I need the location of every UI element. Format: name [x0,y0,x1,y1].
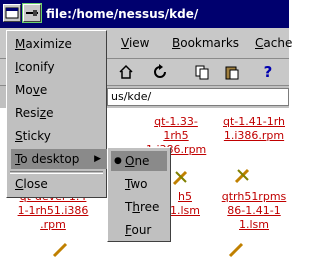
file-icon[interactable] [52,240,70,260]
submenu-item-two[interactable]: Two [111,174,167,194]
lsm-file-icon[interactable] [234,166,252,186]
paste-icon[interactable] [222,62,242,82]
radio-check-icon: ● [114,156,122,166]
menu-bookmarks[interactable]: Bookmarks [172,36,239,50]
location-field[interactable]: us/kde/ [107,88,289,106]
desktop-submenu: ● One Two Three Four [107,147,171,242]
file-icon[interactable] [228,240,246,260]
menu-cache[interactable]: Cache [255,36,292,50]
menu-item-maximize[interactable]: Maximize [11,34,107,54]
menu-item-move[interactable]: Move [11,80,107,100]
submenu-item-one[interactable]: ● One [111,151,167,171]
sticky-button[interactable] [22,3,42,23]
file-item[interactable]: qtrh51rpms 86-1.41-1 1.lsm [219,190,289,232]
submenu-arrow-icon: ▶ [94,154,101,164]
file-item[interactable]: h5 1.lsm [170,190,200,218]
menu-item-close[interactable]: Close [11,174,107,194]
submenu-item-three[interactable]: Three [111,197,167,217]
menu-item-iconify[interactable]: Iconify [11,57,107,77]
home-icon[interactable] [116,62,136,82]
menu-item-to-desktop[interactable]: To desktop ▶ [11,149,107,169]
rpm-file-icon[interactable] [172,168,190,188]
copy-icon[interactable] [192,62,212,82]
window-title: file:/home/nessus/kde/ [46,7,199,21]
menu-view[interactable]: View [121,36,149,50]
window-icon [5,7,19,19]
pin-icon [26,10,38,16]
window-menu-button[interactable] [3,4,21,22]
menu-item-sticky[interactable]: Sticky [11,126,107,146]
file-item[interactable]: qt-1.41-1rh 1.i386.rpm [219,115,289,143]
reload-icon[interactable] [150,62,170,82]
window-operations-menu: Maximize Iconify Move Resize Sticky To d… [6,30,107,198]
help-icon[interactable]: ? [258,62,278,82]
menu-item-resize[interactable]: Resize [11,103,107,123]
submenu-item-four[interactable]: Four [111,220,167,240]
title-bar[interactable]: file:/home/nessus/kde/ [0,0,289,28]
